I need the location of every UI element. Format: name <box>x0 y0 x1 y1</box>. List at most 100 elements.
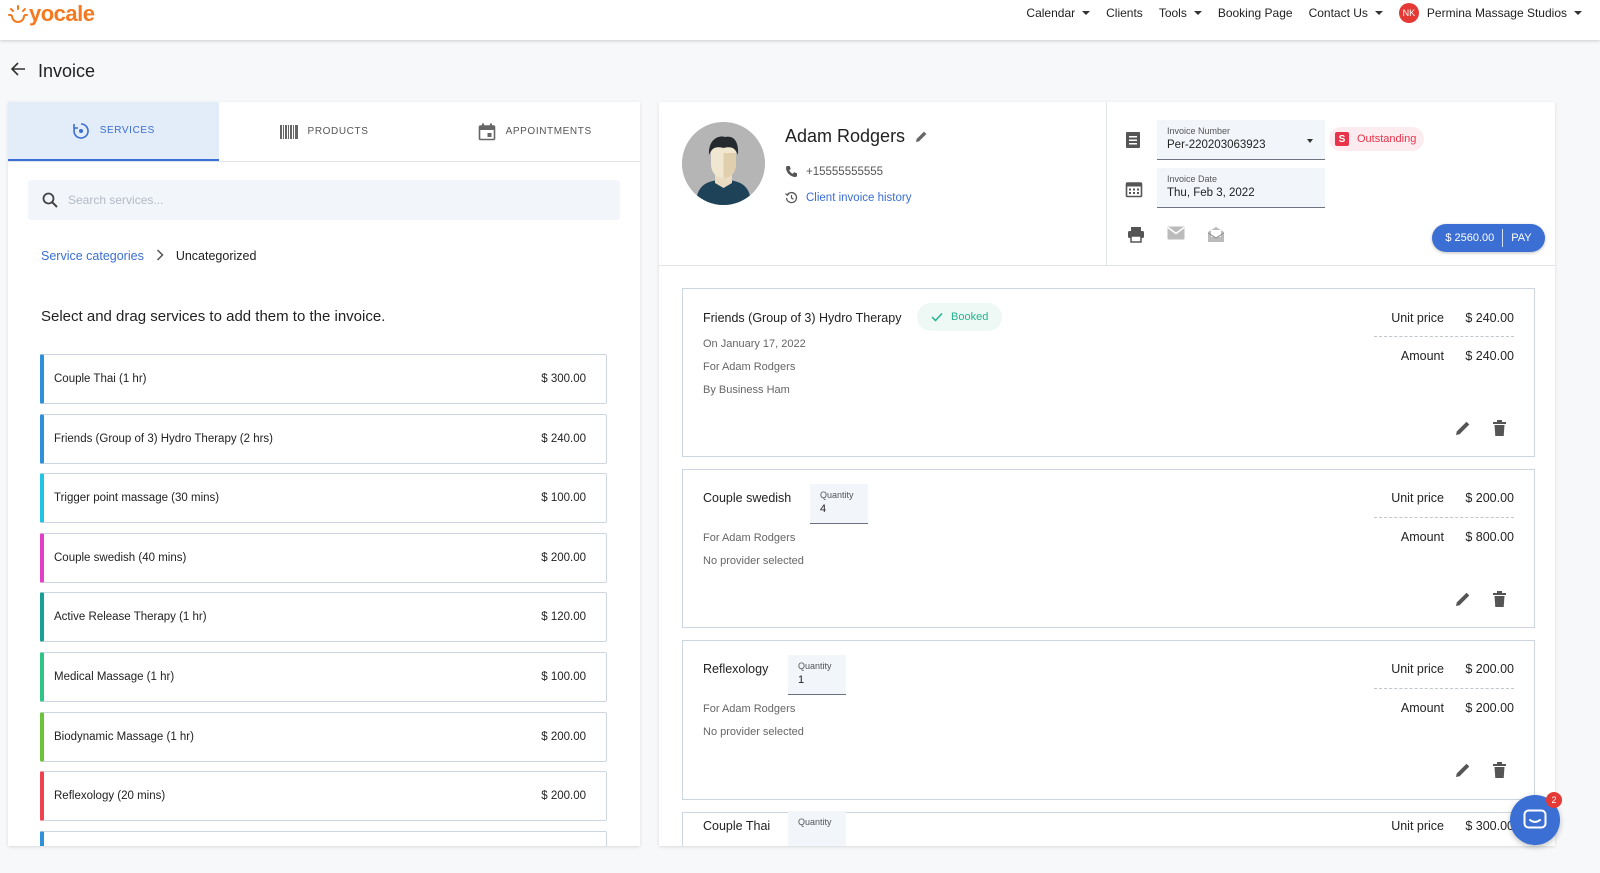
breadcrumb: Service categories Uncategorized <box>41 248 640 264</box>
unit-price-row: Unit price $ 240.00 <box>1374 311 1514 325</box>
receipt-icon <box>1125 131 1141 149</box>
unit-price-value: $ 300.00 <box>1465 819 1514 833</box>
nav-clients[interactable]: Clients <box>1106 6 1143 20</box>
invoice-panel: Adam Rodgers +15555555555 Client invoice… <box>659 102 1555 846</box>
tab-appointments-label: APPOINTMENTS <box>505 126 592 137</box>
service-item[interactable]: Biodynamic Massage (1 hr) $ 200.00 <box>40 711 607 762</box>
service-price: $ 200.00 <box>541 730 586 743</box>
pencil-icon[interactable] <box>915 130 928 143</box>
main-nav: Calendar Clients Tools Booking Page Cont… <box>1010 0 1582 26</box>
pay-divider <box>1502 229 1504 247</box>
unit-price-label: Unit price <box>1391 491 1444 505</box>
quantity-label: Quantity <box>798 817 832 827</box>
nav-booking-page[interactable]: Booking Page <box>1218 6 1293 20</box>
search-input[interactable] <box>68 193 568 207</box>
line-item[interactable]: Couple swedish Quantity 4 For Adam Rodge… <box>682 469 1535 628</box>
client-invoice-history-label: Client invoice history <box>806 191 912 204</box>
line-item-provider: No provider selected <box>703 726 804 738</box>
invoice-number-label: Invoice Number <box>1167 126 1231 136</box>
invoice-number-select[interactable]: Invoice Number Per-220203063923 <box>1157 120 1325 160</box>
nav-contact-us[interactable]: Contact Us <box>1309 6 1383 20</box>
service-item[interactable]: Couple Thai (1 hr) $ 300.00 <box>40 354 607 404</box>
chevron-down-icon <box>1193 11 1202 15</box>
quantity-field[interactable]: Quantity <box>788 811 846 846</box>
chevron-down-icon <box>1374 11 1383 15</box>
line-item-actions <box>1455 762 1506 778</box>
chat-launcher-button[interactable]: 2 <box>1510 792 1562 845</box>
amount-value: $ 200.00 <box>1465 701 1514 715</box>
status-icon: S <box>1335 132 1349 146</box>
breadcrumb-service-categories[interactable]: Service categories <box>41 249 144 263</box>
service-name: Couple swedish (40 mins) <box>54 551 187 564</box>
calendar-icon <box>478 123 496 141</box>
status-label: Outstanding <box>1357 133 1417 145</box>
pay-button[interactable]: $ 2560.00 PAY <box>1432 224 1545 252</box>
quantity-label: Quantity <box>798 661 832 671</box>
service-price: $ 100.00 <box>541 492 586 505</box>
tab-services[interactable]: SERVICES <box>8 102 219 161</box>
header-divider <box>659 265 1555 266</box>
client-card: Adam Rodgers +15555555555 Client invoice… <box>659 102 1107 265</box>
service-name: Medical Massage (1 hr) <box>54 670 175 683</box>
nav-calendar[interactable]: Calendar <box>1026 6 1091 20</box>
service-item[interactable]: Trigger point massage (30 mins) $ 100.00 <box>40 473 607 524</box>
edit-pencil-icon[interactable] <box>1455 762 1471 778</box>
line-item-client: For Adam Rodgers <box>703 361 796 373</box>
email-icon[interactable] <box>1167 226 1185 243</box>
account-menu[interactable]: NK Permina Massage Studios <box>1398 3 1582 23</box>
service-name: Trigger point massage (30 mins) <box>54 492 220 505</box>
tab-appointments[interactable]: APPOINTMENTS <box>429 102 640 161</box>
account-label: Permina Massage Studios <box>1426 6 1567 20</box>
yocale-logo[interactable]: yocale <box>8 1 95 27</box>
line-item[interactable]: Reflexology Quantity 1 For Adam Rodgers … <box>682 640 1535 800</box>
line-item-client: For Adam Rodgers <box>703 703 796 715</box>
service-price: $ 300.00 <box>541 373 586 385</box>
print-icon[interactable] <box>1127 226 1145 243</box>
service-item[interactable]: Medical Massage (1 hr) $ 100.00 <box>40 651 607 702</box>
unit-price-row: Unit price $ 200.00 <box>1374 662 1514 676</box>
chat-icon <box>1523 809 1547 831</box>
service-item[interactable] <box>40 830 607 846</box>
unit-price-value: $ 200.00 <box>1465 662 1514 676</box>
tab-products[interactable]: PRODUCTS <box>219 102 430 161</box>
line-item[interactable]: Couple Thai Quantity Unit price $ 300.00 <box>682 811 1535 846</box>
unit-price-label: Unit price <box>1391 662 1444 676</box>
search-icon <box>42 192 58 208</box>
nav-tools[interactable]: Tools <box>1159 6 1202 20</box>
logo-text: yocale <box>29 1 95 26</box>
line-item-provider: No provider selected <box>703 555 804 567</box>
edit-pencil-icon[interactable] <box>1455 591 1471 607</box>
invoice-date-field[interactable]: Invoice Date Thu, Feb 3, 2022 <box>1157 168 1325 208</box>
line-item[interactable]: Friends (Group of 3) Hydro Therapy Booke… <box>682 288 1535 457</box>
phone-icon <box>785 165 798 178</box>
invoice-number-value: Per-220203063923 <box>1167 139 1266 151</box>
invoice-date-label: Invoice Date <box>1167 174 1218 184</box>
trash-icon[interactable] <box>1493 762 1506 778</box>
breadcrumb-current: Uncategorized <box>175 249 257 263</box>
quantity-field[interactable]: Quantity 4 <box>810 484 868 524</box>
nav-tools-label: Tools <box>1158 6 1187 20</box>
quantity-field[interactable]: Quantity 1 <box>788 655 846 695</box>
mail-preview-icon[interactable] <box>1207 226 1225 243</box>
invoice-actions <box>1127 226 1225 243</box>
page-title: Invoice <box>38 61 96 81</box>
amount-label: Amount <box>1400 701 1444 715</box>
service-price: $ 200.00 <box>541 790 586 803</box>
service-item[interactable]: Friends (Group of 3) Hydro Therapy (2 hr… <box>40 413 607 464</box>
trash-icon[interactable] <box>1493 420 1506 436</box>
service-item[interactable]: Active Release Therapy (1 hr) $ 120.00 <box>40 592 607 643</box>
service-item[interactable]: Couple swedish (40 mins) $ 200.00 <box>40 532 607 583</box>
invoice-date-value: Thu, Feb 3, 2022 <box>1167 187 1255 199</box>
quantity-value: 4 <box>820 503 827 515</box>
back-arrow-icon[interactable] <box>10 60 26 83</box>
unit-price-value: $ 200.00 <box>1465 491 1514 505</box>
client-invoice-history-link[interactable]: Client invoice history <box>785 191 911 204</box>
line-item-title: Friends (Group of 3) Hydro Therapy <box>703 311 902 325</box>
trash-icon[interactable] <box>1493 591 1506 607</box>
amount-row: Amount $ 240.00 <box>1374 349 1514 363</box>
service-item[interactable]: Reflexology (20 mins) $ 200.00 <box>40 771 607 822</box>
sun-logo-icon <box>8 5 28 23</box>
edit-pencil-icon[interactable] <box>1455 420 1471 436</box>
amount-value: $ 240.00 <box>1465 349 1514 363</box>
chevron-down-icon <box>1082 11 1091 15</box>
